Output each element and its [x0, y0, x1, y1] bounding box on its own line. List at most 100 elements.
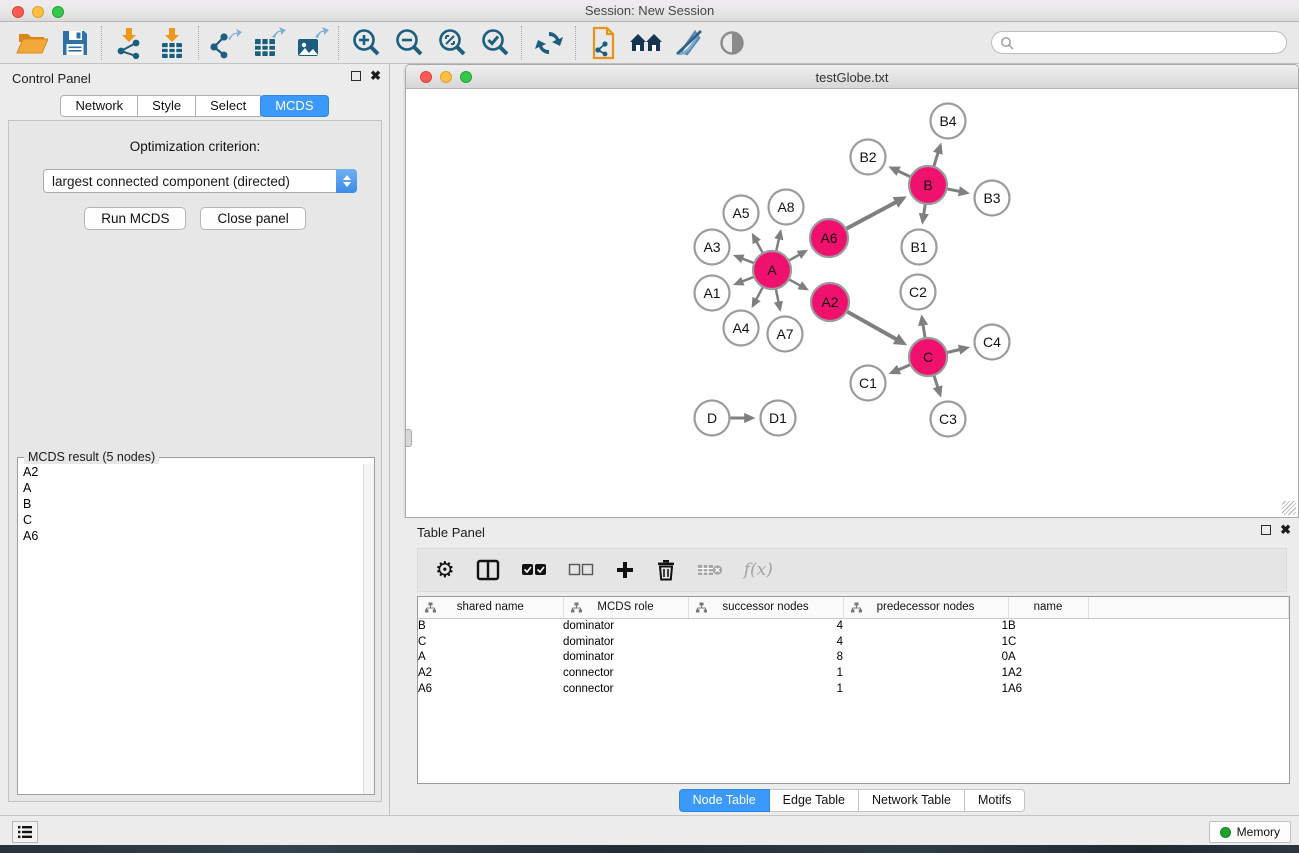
table-cell[interactable]: 8 — [688, 650, 843, 666]
result-item[interactable]: B — [19, 496, 362, 512]
refresh-icon[interactable] — [527, 25, 570, 61]
table-cell[interactable]: B — [1008, 618, 1088, 634]
network-graph[interactable]: B4B2BB3A8A5A6B1A3AA1C2A2A4A7C4CC1C3DD1 — [406, 89, 1298, 517]
save-icon[interactable] — [53, 25, 96, 61]
task-history-button[interactable] — [12, 821, 38, 843]
deselect-checkboxes-icon[interactable] — [568, 563, 594, 577]
tab-motifs[interactable]: Motifs — [965, 789, 1025, 812]
table-cell[interactable]: A2 — [418, 665, 563, 681]
column-header-successor-nodes[interactable]: successor nodes — [688, 597, 843, 618]
table-cell[interactable]: connector — [563, 665, 688, 681]
run-mcds-button[interactable]: Run MCDS — [84, 207, 186, 230]
table-row[interactable]: Cdominator41C — [418, 634, 1289, 650]
edge-B-B2[interactable] — [897, 170, 912, 177]
table-cell[interactable]: A — [418, 650, 563, 666]
eye-icon[interactable] — [710, 25, 753, 61]
open-folder-icon[interactable] — [10, 25, 53, 61]
tab-select[interactable]: Select — [196, 95, 261, 117]
table-cell[interactable]: A6 — [418, 681, 563, 697]
criterion-dropdown[interactable]: largest connected component (directed) — [43, 169, 357, 193]
edge-A-A5[interactable] — [756, 240, 764, 254]
tab-style[interactable]: Style — [138, 95, 196, 117]
table-cell[interactable]: 1 — [688, 681, 843, 697]
zoom-out-icon[interactable] — [387, 25, 430, 61]
edge-A-A1[interactable] — [741, 276, 755, 281]
edge-A-A8[interactable] — [776, 237, 779, 252]
resize-grip-icon[interactable] — [1282, 501, 1296, 515]
table-cell[interactable]: 0 — [843, 650, 1008, 666]
table-cell[interactable]: 1 — [843, 665, 1008, 681]
column-header-predecessor-nodes[interactable]: predecessor nodes — [843, 597, 1008, 618]
column-header-MCDS-role[interactable]: MCDS role — [563, 597, 688, 618]
result-item[interactable]: A2 — [19, 464, 362, 480]
tab-network[interactable]: Network — [60, 95, 138, 117]
column-header-shared-name[interactable]: shared name — [418, 597, 563, 618]
table-cell[interactable]: dominator — [563, 618, 688, 634]
table-cell[interactable]: 1 — [688, 665, 843, 681]
network-canvas[interactable]: B4B2BB3A8A5A6B1A3AA1C2A2A4A7C4CC1C3DD1 — [406, 89, 1298, 517]
table-cell[interactable]: 4 — [688, 618, 843, 634]
table-cell[interactable]: connector — [563, 681, 688, 697]
table-cell[interactable]: 1 — [843, 634, 1008, 650]
tab-node-table[interactable]: Node Table — [679, 789, 770, 812]
edge-A-A6[interactable] — [788, 254, 801, 261]
float-table-panel-icon[interactable] — [1261, 525, 1271, 535]
table-cell[interactable]: C — [1008, 634, 1088, 650]
zoom-selected-icon[interactable] — [473, 25, 516, 61]
export-network-icon[interactable] — [204, 25, 247, 61]
search-input[interactable] — [991, 31, 1287, 54]
column-header-name[interactable]: name — [1008, 597, 1088, 618]
result-item[interactable]: C — [19, 512, 362, 528]
export-table-icon[interactable] — [247, 25, 290, 61]
memory-button[interactable]: Memory — [1209, 821, 1291, 843]
hide-annotations-icon[interactable] — [667, 25, 710, 61]
split-columns-icon[interactable] — [476, 559, 500, 581]
export-image-icon[interactable] — [290, 25, 333, 61]
edge-C-C3[interactable] — [934, 374, 939, 389]
edge-B-B4[interactable] — [933, 151, 938, 167]
table-cell[interactable]: 4 — [688, 634, 843, 650]
edge-C-C1[interactable] — [897, 364, 911, 370]
edge-C-C2[interactable] — [923, 323, 925, 339]
import-table-icon[interactable] — [150, 25, 193, 61]
table-cell[interactable]: dominator — [563, 634, 688, 650]
close-table-panel-icon[interactable]: ✖ — [1280, 525, 1291, 535]
mcds-result-list[interactable]: A2ABCA6 — [19, 464, 362, 793]
table-cell[interactable]: 1 — [843, 681, 1008, 697]
close-panel-button[interactable]: Close panel — [200, 207, 305, 230]
float-panel-icon[interactable] — [351, 71, 361, 81]
table-body[interactable]: Bdominator41BCdominator41CAdominator80AA… — [418, 618, 1289, 697]
table-header-row[interactable]: shared nameMCDS rolesuccessor nodesprede… — [418, 597, 1289, 618]
edge-C-C4[interactable] — [946, 349, 962, 353]
table-row[interactable]: Adominator80A — [418, 650, 1289, 666]
import-network-icon[interactable] — [107, 25, 150, 61]
add-column-icon[interactable] — [615, 560, 635, 580]
table-cell[interactable]: A — [1008, 650, 1088, 666]
table-row[interactable]: Bdominator41B — [418, 618, 1289, 634]
result-item[interactable]: A — [19, 480, 362, 496]
birdseye-handle[interactable] — [406, 429, 412, 447]
edge-B-B3[interactable] — [946, 189, 961, 192]
edge-A6-B[interactable] — [845, 201, 897, 229]
zoom-in-icon[interactable] — [344, 25, 387, 61]
node-table[interactable]: shared nameMCDS rolesuccessor nodesprede… — [417, 596, 1290, 784]
settings-gear-icon[interactable]: ⚙ — [435, 559, 455, 581]
edge-A-A7[interactable] — [776, 288, 779, 304]
edge-A-A2[interactable] — [788, 279, 802, 287]
table-cell[interactable]: A6 — [1008, 681, 1088, 697]
close-panel-icon[interactable]: ✖ — [370, 71, 381, 81]
result-item[interactable]: A6 — [19, 528, 362, 544]
table-row[interactable]: A6connector11A6 — [418, 681, 1289, 697]
table-cell[interactable]: 1 — [843, 618, 1008, 634]
zoom-fit-icon[interactable] — [430, 25, 473, 61]
result-scrollbar[interactable] — [363, 464, 374, 794]
edge-A-A4[interactable] — [756, 286, 764, 301]
table-cell[interactable]: B — [418, 618, 563, 634]
network-document-icon[interactable] — [581, 25, 624, 61]
table-row[interactable]: A2connector11A2 — [418, 665, 1289, 681]
edge-A2-C[interactable] — [846, 311, 898, 340]
edge-A-A3[interactable] — [741, 258, 755, 263]
table-cell[interactable]: C — [418, 634, 563, 650]
home-icon[interactable] — [624, 25, 667, 61]
tab-network-table[interactable]: Network Table — [859, 789, 965, 812]
